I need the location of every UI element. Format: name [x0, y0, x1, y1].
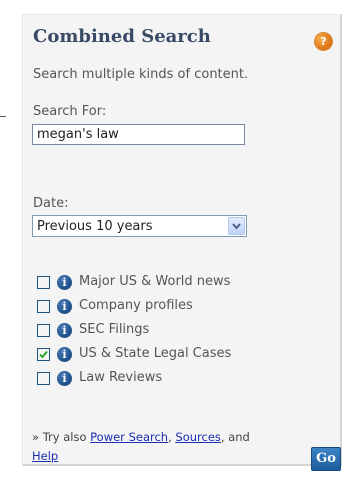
company-profiles-checkbox[interactable] — [37, 300, 50, 313]
chevron-down-icon[interactable] — [228, 217, 245, 235]
category-label: SEC Filings — [79, 322, 150, 337]
category-label: Law Reviews — [79, 370, 163, 385]
go-button[interactable]: Go — [311, 447, 341, 471]
edge-mark — [0, 116, 6, 117]
date-select[interactable]: Previous 10 years — [32, 215, 247, 237]
category-label: Company profiles — [79, 298, 193, 313]
check-icon — [39, 350, 48, 359]
search-input[interactable] — [32, 124, 245, 145]
info-icon[interactable]: i — [57, 347, 72, 362]
try-also-line: » Try also Power Search, Sources, and — [32, 430, 250, 444]
category-label: Major US & World news — [79, 274, 231, 289]
sources-link[interactable]: Sources — [175, 430, 221, 444]
info-icon[interactable]: i — [57, 299, 72, 314]
category-label: US & State Legal Cases — [79, 346, 232, 361]
help-link[interactable]: Help — [32, 449, 58, 463]
law-reviews-checkbox[interactable] — [37, 372, 50, 385]
help-icon[interactable]: ? — [315, 33, 332, 50]
info-icon[interactable]: i — [57, 371, 72, 386]
power-search-link[interactable]: Power Search — [90, 430, 168, 444]
try-also-separator: , and — [220, 430, 250, 444]
description-text: Search multiple kinds of content. — [33, 67, 249, 82]
combined-search-panel: Combined Search ? Search multiple kinds … — [22, 14, 342, 471]
info-icon[interactable]: i — [57, 323, 72, 338]
legal-cases-checkbox[interactable] — [37, 348, 50, 361]
date-label: Date: — [33, 196, 69, 211]
panel-title: Combined Search — [33, 26, 211, 47]
try-also-prefix: » Try also — [32, 430, 91, 444]
sec-filings-checkbox[interactable] — [37, 324, 50, 337]
search-for-label: Search For: — [33, 104, 107, 119]
major-news-checkbox[interactable] — [37, 276, 50, 289]
info-icon[interactable]: i — [57, 275, 72, 290]
date-select-value: Previous 10 years — [37, 219, 153, 234]
